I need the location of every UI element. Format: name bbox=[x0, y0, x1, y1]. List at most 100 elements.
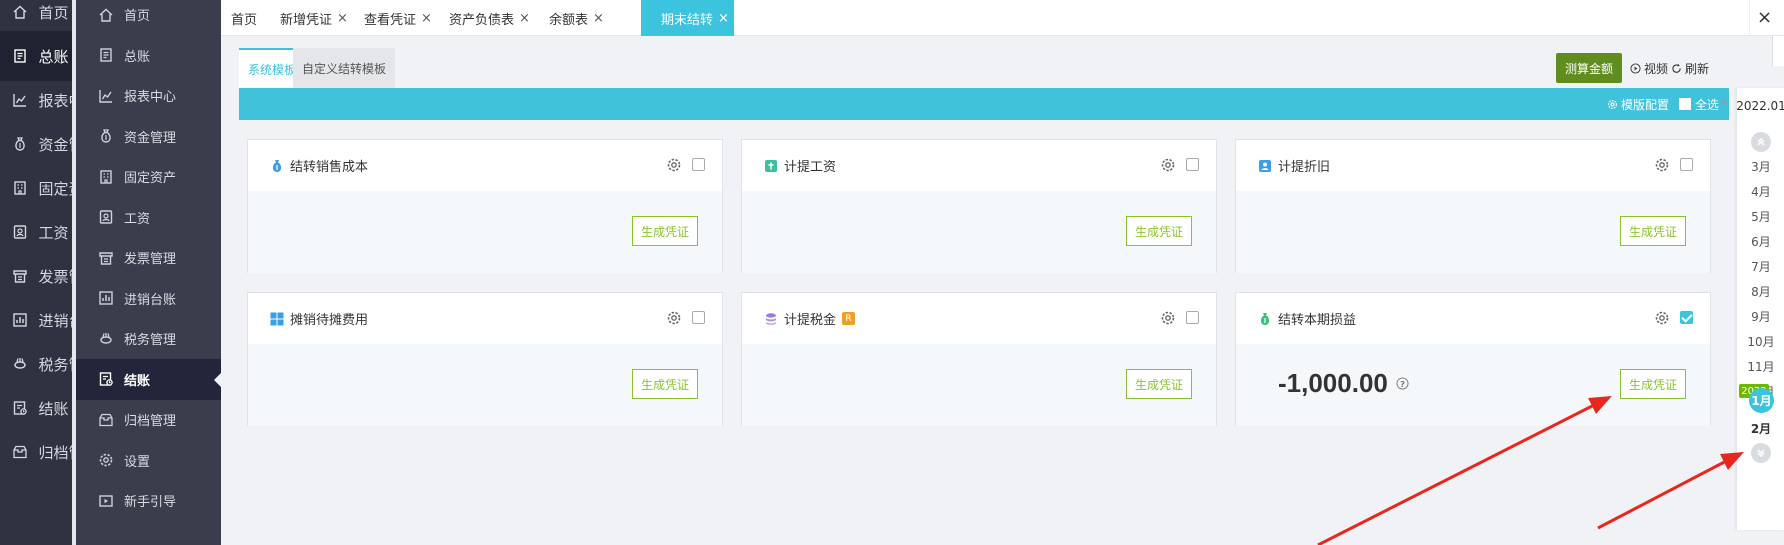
money-bag-icon bbox=[12, 135, 28, 153]
gear-icon[interactable] bbox=[1160, 310, 1176, 326]
calculate-amount-button[interactable]: 测算金额 bbox=[1556, 53, 1622, 83]
home-icon bbox=[12, 3, 28, 21]
gear-icon[interactable] bbox=[1654, 310, 1670, 326]
rail-active-month[interactable]: 1月 bbox=[1749, 388, 1774, 413]
gear-icon[interactable] bbox=[1654, 157, 1670, 173]
template-card: 结转销售成本 生成凭证 bbox=[247, 139, 723, 273]
card-checkbox[interactable] bbox=[1680, 311, 1693, 324]
main-nav-item[interactable]: 工资 bbox=[0, 207, 75, 257]
video-button[interactable]: 视频 bbox=[1630, 53, 1668, 83]
tab[interactable]: 余额表 × bbox=[539, 0, 614, 36]
main-nav-item[interactable]: 固定资 bbox=[0, 163, 75, 213]
main-nav-label: 归档管 bbox=[38, 443, 75, 462]
close-icon[interactable]: × bbox=[337, 11, 348, 26]
card-title: 结转销售成本 bbox=[270, 156, 368, 175]
sub-nav-label: 工资 bbox=[124, 211, 151, 227]
archive-icon bbox=[98, 412, 114, 428]
sub-nav-item[interactable]: 设置 bbox=[76, 440, 221, 481]
tab-custom-template[interactable]: 自定义结转模板 bbox=[293, 48, 396, 88]
rail-month[interactable]: 2月 bbox=[1737, 418, 1784, 438]
main-nav-item[interactable]: 归档管 bbox=[0, 427, 75, 477]
main-nav-item[interactable]: 进销台 bbox=[0, 295, 75, 345]
rail-month[interactable]: 10月 bbox=[1737, 331, 1784, 351]
sub-nav-item[interactable]: 归档管理 bbox=[76, 399, 221, 440]
salary-icon bbox=[98, 209, 114, 225]
tab-label: 资产负债表 bbox=[449, 12, 515, 28]
rail-month[interactable]: 4月 bbox=[1737, 181, 1784, 201]
template-card: 计提税金 R 生成凭证 bbox=[741, 292, 1217, 426]
sub-nav-item[interactable]: 固定资产 bbox=[76, 156, 221, 197]
sub-nav-label: 首页 bbox=[124, 9, 151, 24]
main-nav-item[interactable]: 发票管 bbox=[0, 251, 75, 301]
help-icon[interactable]: ? bbox=[1396, 377, 1409, 390]
tab[interactable]: 首页 bbox=[221, 0, 267, 36]
rail-month[interactable]: 5月 bbox=[1737, 206, 1784, 226]
main-nav-item[interactable]: 税务管 bbox=[0, 339, 75, 389]
money-bag-icon bbox=[1258, 312, 1272, 326]
card-checkbox[interactable] bbox=[1186, 311, 1199, 324]
card-title: 结转本期损益 bbox=[1258, 309, 1356, 328]
sub-nav-label: 结账 bbox=[124, 373, 151, 389]
card-title-label: 结转本期损益 bbox=[1278, 313, 1357, 328]
main-nav-item[interactable]: 资金管 bbox=[0, 119, 75, 169]
refresh-icon bbox=[1671, 63, 1682, 74]
rail-month[interactable]: 6月 bbox=[1737, 231, 1784, 251]
tab[interactable]: 资产负债表 × bbox=[439, 0, 540, 36]
rail-month[interactable]: 8月 bbox=[1737, 281, 1784, 301]
card-checkbox[interactable] bbox=[1186, 158, 1199, 171]
gear-icon[interactable] bbox=[666, 310, 682, 326]
rail-month[interactable]: 7月 bbox=[1737, 256, 1784, 276]
sub-nav-item[interactable]: 税务管理 bbox=[76, 318, 221, 359]
close-icon[interactable]: × bbox=[593, 11, 604, 26]
select-all-checkbox[interactable]: 全选 bbox=[1679, 88, 1719, 120]
tab[interactable]: 期末结转 × bbox=[641, 0, 734, 36]
card-checkbox[interactable] bbox=[692, 158, 705, 171]
card-checkbox[interactable] bbox=[692, 311, 705, 324]
sub-nav-item[interactable]: 工资 bbox=[76, 197, 221, 238]
tab-bar: × 首页 新增凭证 × 查看凭证 × 资产负债表 × 余额表 × 期末结转 × bbox=[221, 0, 1784, 36]
rail-month[interactable]: 9月 bbox=[1737, 306, 1784, 326]
card-body: 生成凭证 bbox=[1236, 191, 1710, 273]
rail-month[interactable]: 11月 bbox=[1737, 356, 1784, 376]
sub-nav-item[interactable]: 总账 bbox=[76, 35, 221, 76]
close-icon[interactable]: × bbox=[718, 11, 729, 26]
card-checkbox[interactable] bbox=[1680, 158, 1693, 171]
sub-nav-item[interactable]: 进销台账 bbox=[76, 278, 221, 319]
close-icon[interactable]: × bbox=[519, 11, 530, 26]
main-nav-item[interactable]: 结账 bbox=[0, 383, 75, 433]
sub-nav-item[interactable]: 新手引导 bbox=[76, 480, 221, 521]
generate-voucher-button[interactable]: 生成凭证 bbox=[1620, 369, 1686, 399]
gear-icon[interactable] bbox=[1160, 157, 1176, 173]
scroll-down-icon[interactable] bbox=[1751, 443, 1771, 463]
close-all-tabs-button[interactable]: × bbox=[1749, 0, 1779, 34]
main-nav-item[interactable]: 报表中 bbox=[0, 75, 75, 125]
template-banner: 模版配置 全选 bbox=[239, 88, 1729, 120]
gear-icon[interactable] bbox=[666, 157, 682, 173]
generate-voucher-button[interactable]: 生成凭证 bbox=[1126, 369, 1192, 399]
generate-voucher-button[interactable]: 生成凭证 bbox=[632, 216, 698, 246]
generate-voucher-button[interactable]: 生成凭证 bbox=[632, 369, 698, 399]
template-card: 摊销待摊费用 生成凭证 bbox=[247, 292, 723, 426]
sub-nav-item[interactable]: 资金管理 bbox=[76, 116, 221, 157]
generate-voucher-button[interactable]: 生成凭证 bbox=[1126, 216, 1192, 246]
sub-nav-item[interactable]: 首页 bbox=[76, 0, 221, 35]
rail-collapse-icon[interactable]: » bbox=[1721, 95, 1735, 115]
tab[interactable]: 新增凭证 × bbox=[270, 0, 358, 36]
sub-nav-item[interactable]: 报表中心 bbox=[76, 75, 221, 116]
tab[interactable]: 查看凭证 × bbox=[354, 0, 442, 36]
sub-nav-label: 新手引导 bbox=[124, 495, 177, 510]
sub-nav-item[interactable]: 结账 bbox=[76, 358, 221, 400]
scroll-up-icon[interactable] bbox=[1751, 132, 1771, 152]
refresh-label: 刷新 bbox=[1685, 61, 1710, 76]
coins-icon bbox=[764, 312, 778, 326]
sub-nav-item[interactable]: 发票管理 bbox=[76, 237, 221, 278]
main-nav-item[interactable]: 总账 bbox=[0, 31, 75, 81]
template-card: 计提工资 生成凭证 bbox=[741, 139, 1217, 273]
refresh-button[interactable]: 刷新 bbox=[1671, 53, 1709, 83]
generate-voucher-button[interactable]: 生成凭证 bbox=[1620, 216, 1686, 246]
select-all-box[interactable] bbox=[1679, 98, 1691, 110]
template-config-button[interactable]: 模版配置 bbox=[1607, 88, 1669, 120]
rail-month[interactable]: 3月 bbox=[1737, 156, 1784, 176]
card-body: 生成凭证 bbox=[742, 191, 1216, 273]
close-icon[interactable]: × bbox=[421, 11, 432, 26]
